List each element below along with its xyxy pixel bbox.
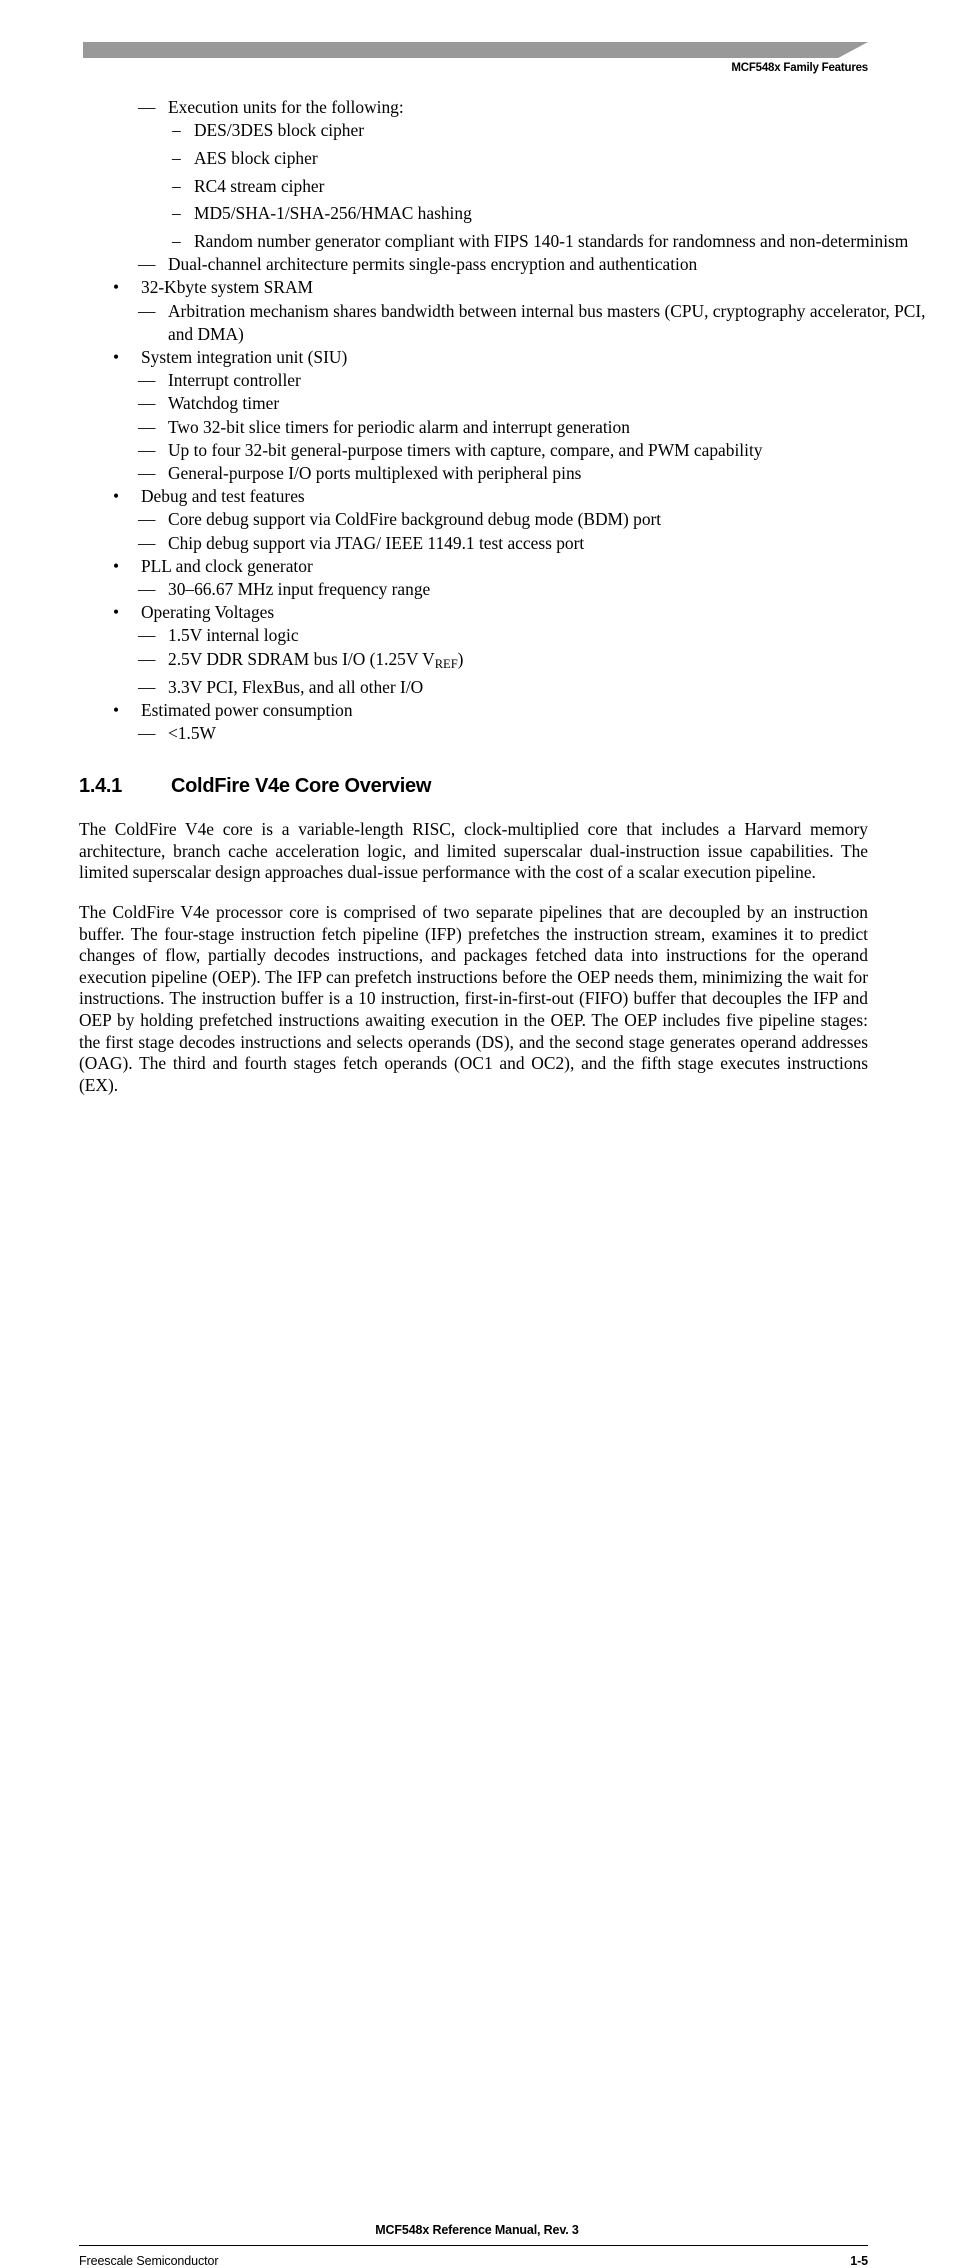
list-item-label: Core debug support via ColdFire backgrou…	[168, 509, 662, 530]
list-item: • Estimated power consumption	[0, 699, 954, 722]
list-item: • PLL and clock generator	[0, 555, 954, 578]
list-item: — Arbitration mechanism shares bandwidth …	[0, 300, 954, 346]
list-bullet-marker: —	[138, 97, 156, 117]
header-title: MCF548x Family Features	[731, 62, 868, 74]
list-bullet-marker: —	[138, 254, 156, 275]
list-item: — Core debug support via ColdFire backgro…	[0, 508, 954, 531]
list-bullet-marker: —	[138, 370, 156, 391]
list-item: — Watchdog timer	[0, 392, 954, 415]
list-item: • Debug and test features	[0, 485, 954, 508]
list-item-label: PLL and clock generator	[141, 555, 313, 576]
list-bullet-marker: —	[138, 416, 156, 437]
list-item: — Chip debug support via JTAG/ IEEE 1149.…	[0, 532, 954, 555]
page-footer: MCF548x Reference Manual, Rev. 3 Freesca…	[0, 1105, 954, 2268]
list-item-label: Up to four 32-bit general-purpose timers…	[168, 439, 763, 460]
list-item: — 30–66.67 MHz input frequency range	[0, 578, 954, 601]
list-item-label: DES/3DES block cipher	[194, 120, 365, 141]
list-bullet-marker: —	[138, 579, 156, 600]
list-bullet-marker: —	[138, 463, 156, 484]
list-bullet-marker: —	[138, 625, 156, 646]
list-item-label: Interrupt controller	[168, 370, 301, 391]
list-item-label: Operating Voltages	[141, 602, 275, 623]
list-bullet-marker: —	[138, 439, 156, 460]
footer-document-title: MCF548x Reference Manual, Rev. 3	[375, 2223, 579, 2237]
list-bullet-marker: •	[113, 486, 120, 507]
list-item: — Up to four 32-bit general-purpose timer…	[0, 439, 954, 462]
list-item: — Two 32-bit slice timers for periodic al…	[0, 416, 954, 439]
list-item-label: AES block cipher	[194, 147, 318, 168]
list-item-label: Debug and test features	[141, 486, 305, 507]
list-bullet-marker: –	[172, 203, 181, 224]
list-bullet-marker: •	[113, 277, 120, 298]
list-item: — 2.5V DDR SDRAM bus I/O (1.25V VREF)	[0, 648, 954, 676]
list-item-label: 32-Kbyte system SRAM	[141, 277, 313, 298]
list-bullet-marker: –	[172, 231, 181, 252]
list-item: — 1.5V internal logic	[0, 624, 954, 647]
list-bullet-marker: —	[138, 393, 156, 414]
list-item-label: Execution units for the following:	[168, 97, 404, 117]
footer-page-number: 1-5	[850, 2254, 868, 2268]
list-item-label: Watchdog timer	[168, 393, 280, 414]
paragraph-core-overview: The ColdFire V4e core is a variable-leng…	[79, 819, 868, 883]
list-item: • 32-Kbyte system SRAM	[0, 276, 954, 299]
list-item-label: 30–66.67 MHz input frequency range	[168, 579, 431, 600]
page-content: — Execution units for the following: – DES/…	[0, 96, 954, 1096]
list-bullet-marker: —	[138, 509, 156, 530]
list-item-label: Arbitration mechanism shares bandwidth b…	[168, 300, 926, 344]
list-item: — Dual-channel architecture permits singl…	[0, 253, 954, 276]
list-item: — <1.5W	[0, 722, 954, 745]
section-title: ColdFire V4e Core Overview	[171, 775, 432, 798]
list-bullet-marker: –	[172, 147, 181, 168]
list-item-label: Dual-channel architecture permits single…	[168, 254, 698, 275]
list-item-label: 1.5V internal logic	[168, 625, 299, 646]
list-item: • Operating Voltages	[0, 601, 954, 624]
list-item: – MD5/SHA-1/SHA-256/HMAC hashing	[0, 202, 954, 225]
list-item-label: General-purpose I/O ports multiplexed wi…	[168, 463, 582, 484]
list-bullet-marker: •	[113, 699, 120, 720]
list-bullet-marker: —	[138, 676, 156, 697]
page-header: MCF548x Family Features	[0, 0, 954, 90]
list-item: • System integration unit (SIU)	[0, 346, 954, 369]
list-item-label: 2.5V DDR SDRAM bus I/O (1.25V VREF)	[168, 648, 464, 671]
list-bullet-marker: •	[113, 602, 120, 623]
list-item-label: Estimated power consumption	[141, 699, 353, 720]
header-banner-bar	[83, 42, 868, 58]
list-item: — Interrupt controller	[0, 369, 954, 392]
list-item-label: Random number generator compliant with F…	[194, 231, 909, 252]
list-bullet-marker: •	[113, 555, 120, 576]
footer-divider	[79, 2245, 868, 2247]
list-item: – RC4 stream cipher	[0, 175, 954, 198]
list-bullet-marker: —	[138, 723, 156, 744]
list-item-label: MD5/SHA-1/SHA-256/HMAC hashing	[194, 203, 472, 224]
list-item-label: RC4 stream cipher	[194, 175, 325, 196]
list-bullet-marker: —	[138, 648, 156, 669]
footer-company: Freescale Semiconductor	[79, 2254, 219, 2268]
list-item-label: <1.5W	[168, 723, 216, 744]
feature-bullet-list: — Execution units for the following: – DES/…	[0, 96, 954, 745]
list-item: – DES/3DES block cipher	[0, 119, 954, 142]
list-item: – AES block cipher	[0, 147, 954, 170]
list-item: — 3.3V PCI, FlexBus, and all other I/O	[0, 676, 954, 699]
section-number: 1.4.1	[79, 775, 122, 798]
list-item-label: System integration unit (SIU)	[141, 347, 348, 368]
list-bullet-marker: –	[172, 175, 181, 196]
list-item: — General-purpose I/O ports multiplexed w…	[0, 462, 954, 485]
list-item: — Execution units for the following:	[0, 96, 954, 119]
list-bullet-marker: —	[138, 300, 156, 321]
list-bullet-marker: •	[113, 347, 120, 368]
list-item-label: 3.3V PCI, FlexBus, and all other I/O	[168, 676, 424, 697]
section-heading: 1.4.1 ColdFire V4e Core Overview	[0, 775, 954, 798]
list-item-label: Two 32-bit slice timers for periodic ala…	[168, 416, 630, 437]
list-item-label: Chip debug support via JTAG/ IEEE 1149.1…	[168, 532, 585, 553]
list-item: – Random number generator compliant with …	[0, 230, 954, 253]
list-bullet-marker: –	[172, 120, 181, 141]
list-bullet-marker: —	[138, 532, 156, 553]
paragraph-pipelines: The ColdFire V4e processor core is compr…	[79, 902, 868, 1095]
